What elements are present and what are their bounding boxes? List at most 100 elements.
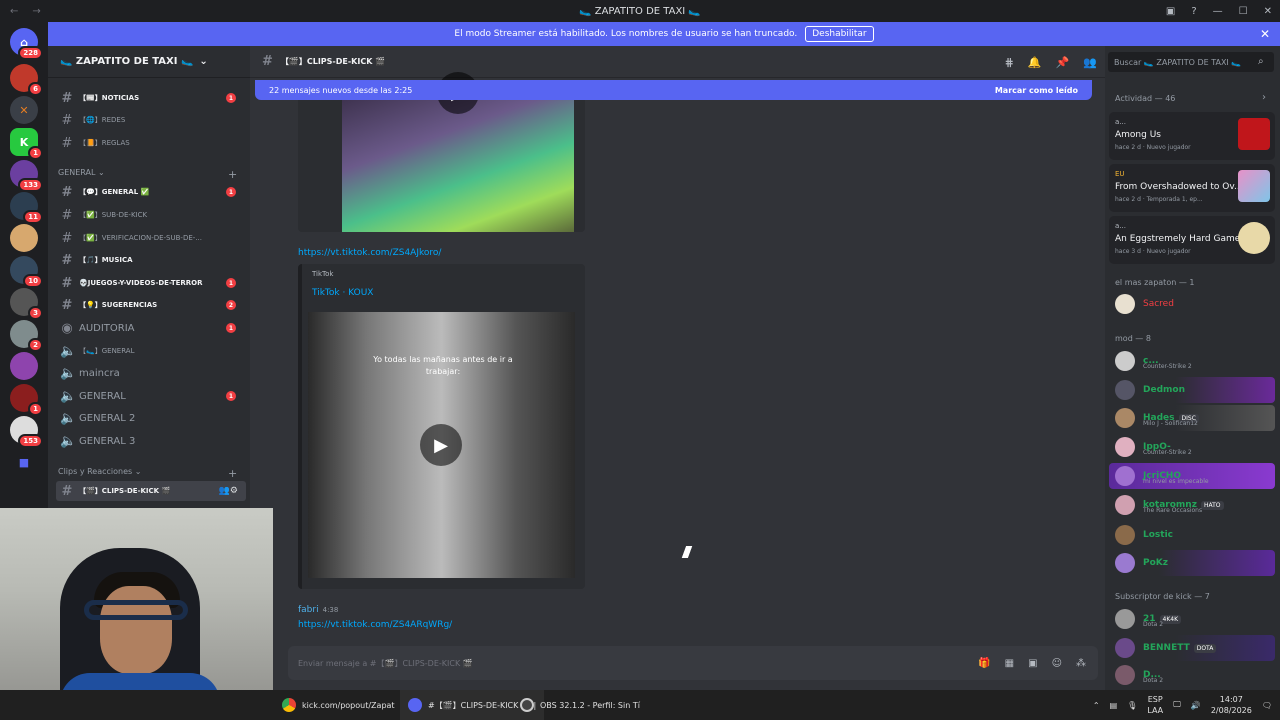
threads-icon[interactable]: ⋕ [1005, 56, 1014, 69]
search-input[interactable]: Buscar 🥿 ZAPATITO DE TAXI 🥿 [1108, 52, 1274, 72]
close-window-icon[interactable]: ✕ [1264, 6, 1272, 17]
volume-icon[interactable]: 🔊 [1191, 701, 1201, 710]
hash-icon: # [61, 252, 73, 268]
voice-general[interactable]: 🔈 GENERAL 1 [56, 386, 246, 406]
member-item[interactable]: JcriCHO mi nivel es impecable [1109, 463, 1275, 489]
server-icon[interactable]: 133 [10, 160, 43, 192]
server-name: 🥿 ZAPATITO DE TAXI 🥿 [60, 56, 194, 67]
gif-icon[interactable]: ▦ [1005, 658, 1014, 669]
network-icon[interactable]: 🖵 [1173, 700, 1181, 710]
mark-read-button[interactable]: Marcar como leído [995, 86, 1078, 95]
taskbar-obs[interactable]: OBS 32.1.2 - Perfil: Sin Tí [520, 690, 640, 720]
activity-card[interactable]: EU From Overshadowed to Ov... hace 2 d ·… [1109, 164, 1275, 212]
member-item[interactable]: Lostic [1109, 522, 1275, 548]
message-composer[interactable]: Enviar mensaje a #【🎬】CLIPS-DE-KICK 🎬 🎁 ▦… [288, 646, 1098, 680]
chevron-up-icon[interactable]: ⌃ [1093, 701, 1100, 710]
minimize-icon[interactable]: — [1213, 6, 1223, 17]
voice-general-3[interactable]: 🔈 GENERAL 3 [56, 431, 246, 451]
notification-icon[interactable]: 🗨 [1262, 701, 1272, 710]
emoji-icon[interactable]: ☺ [1052, 658, 1062, 669]
message-link[interactable]: https://vt.tiktok.com/ZS4AJkoro/ [298, 248, 441, 258]
member-item[interactable]: PoKz [1109, 550, 1275, 576]
activity-card[interactable]: a... Among Us hace 2 d · Nuevo jugador [1109, 112, 1275, 160]
member-item[interactable]: Hades DISC Milo J - Solifican12 [1109, 405, 1275, 431]
member-group-subs: Subscriptor de kick — 7 [1115, 592, 1210, 601]
channel-noticias[interactable]: # 【📰】NOTICIAS 1 [56, 88, 246, 108]
channel-general[interactable]: # 【💬】GENERAL ✅ 1 [56, 182, 246, 202]
message-link[interactable]: https://vt.tiktok.com/ZS4ARqWRg/ [298, 620, 452, 630]
clock-time: 14:07 [1219, 695, 1243, 704]
clock[interactable]: 14:07 2/08/2026 [1211, 694, 1252, 716]
member-item[interactable]: IppO- Counter-Strike 2 [1109, 434, 1275, 460]
new-messages-bar[interactable]: 22 mensajes nuevos desde las 2:25 Marcar… [255, 80, 1092, 100]
tray-app-icon[interactable]: ▤ [1110, 701, 1118, 710]
server-icon[interactable]: ✕ [10, 96, 38, 124]
activity-game: Among Us [1115, 130, 1161, 140]
hash-icon: # [61, 90, 73, 106]
maximize-icon[interactable]: ☐ [1239, 6, 1248, 17]
stage-auditoria[interactable]: ◉ AUDITORIA 1 [56, 318, 246, 338]
server-icon[interactable]: K1 [10, 128, 43, 160]
add-channel-icon[interactable]: + [228, 467, 237, 480]
hash-icon: # [61, 112, 73, 128]
folder-icon[interactable]: ■ [10, 448, 38, 476]
channel-redes[interactable]: # 【🌐】REDES [56, 110, 246, 130]
video-thumbnail[interactable]: ▶ [342, 72, 574, 232]
settings-gear-icon[interactable]: 👥⚙ [219, 486, 238, 496]
member-status: The Rare Occasions [1143, 507, 1203, 514]
pin-icon[interactable]: 📌 [1056, 56, 1070, 69]
server-icon[interactable]: 1 [10, 384, 43, 416]
member-item[interactable]: BENNETT DOTA [1109, 635, 1275, 661]
server-icon[interactable]: 2 [10, 320, 43, 352]
category-general[interactable]: GENERAL ⌄ + [58, 168, 237, 181]
server-header[interactable]: 🥿 ZAPATITO DE TAXI 🥿 ⌄ 👤 [48, 46, 290, 78]
server-icon[interactable]: 3 [10, 288, 43, 320]
bell-icon[interactable]: 🔔 [1028, 56, 1042, 69]
voice-maincra[interactable]: 🔈 maincra [56, 363, 246, 383]
voice-general-2[interactable]: 🔈 GENERAL 2 [56, 408, 246, 428]
server-home[interactable]: ⌂ 228 [10, 28, 43, 60]
member-item[interactable]: Sacred [1109, 291, 1275, 317]
hash-icon: # [262, 54, 273, 69]
channel-clips-de-kick[interactable]: # 【🎬】CLIPS-DE-KICK 🎬 👥⚙ [56, 481, 246, 501]
disable-streamer-button[interactable]: Deshabilitar [805, 26, 874, 42]
server-icon[interactable] [10, 352, 38, 380]
channel-sugerencias[interactable]: # 【💡】SUGERENCIAS 2 [56, 295, 246, 315]
members-icon[interactable]: 👥 [1083, 56, 1097, 69]
author-name[interactable]: fabri [298, 605, 319, 615]
category-clips[interactable]: Clips y Reacciones ⌄ + [58, 467, 237, 480]
play-icon[interactable]: ▶ [420, 424, 462, 466]
server-icon[interactable] [10, 224, 38, 252]
sticker-icon[interactable]: ▣ [1028, 658, 1037, 669]
server-icon[interactable]: 11 [10, 192, 43, 224]
member-item[interactable]: Dedmon [1109, 377, 1275, 403]
message-author[interactable]: fabri 4:38 [298, 605, 338, 615]
help-icon[interactable]: ? [1191, 6, 1196, 17]
apps-icon[interactable]: ⁂ [1076, 658, 1086, 669]
chevron-right-icon[interactable]: › [1262, 92, 1266, 103]
gift-icon[interactable]: 🎁 [978, 658, 990, 669]
chevron-down-icon[interactable]: ⌄ [199, 56, 207, 67]
mic-icon[interactable]: 🎙 [1127, 701, 1137, 710]
add-channel-icon[interactable]: + [228, 168, 237, 181]
taskbar-chrome[interactable]: kick.com/popout/Zapat [282, 690, 395, 720]
server-icon[interactable]: 10 [10, 256, 43, 288]
member-item[interactable]: c... Counter-Strike 2 [1109, 348, 1275, 374]
member-item[interactable]: kotaromnz HATO The Rare Occasions [1109, 492, 1275, 518]
member-item[interactable]: D... Dota 2 [1109, 662, 1275, 688]
activity-card[interactable]: a... An Eggstremely Hard Game hace 3 d ·… [1109, 216, 1275, 264]
close-banner-icon[interactable]: ✕ [1260, 27, 1270, 41]
embed-title[interactable]: TikTok · KOUX [312, 288, 373, 298]
voice-general-zapato[interactable]: 🔈 【🥿】GENERAL [56, 341, 246, 361]
channel-musica[interactable]: # 【🎵】MUSICA [56, 250, 246, 270]
channel-terror[interactable]: # 💀JUEGOS-Y-VIDEOS-DE-TERROR 1 [56, 273, 246, 293]
video-player[interactable]: Yo todas las mañanas antes de ir a traba… [308, 312, 575, 578]
inbox-icon[interactable]: ▣ [1166, 6, 1175, 17]
server-icon[interactable]: 153 [10, 416, 43, 448]
server-icon[interactable]: 6 [10, 64, 43, 96]
channel-sub-de-kick[interactable]: # 【✅】SUB-DE-KICK [56, 205, 246, 225]
member-item[interactable]: 21 4K4K Dota 2 [1109, 606, 1275, 632]
channel-reglas[interactable]: # 【📙】REGLAS [56, 133, 246, 153]
language-indicator[interactable]: ESP LAA [1147, 694, 1163, 716]
channel-verificacion[interactable]: # 【✅】VERIFICACION-DE-SUB-DE-... [56, 228, 246, 248]
